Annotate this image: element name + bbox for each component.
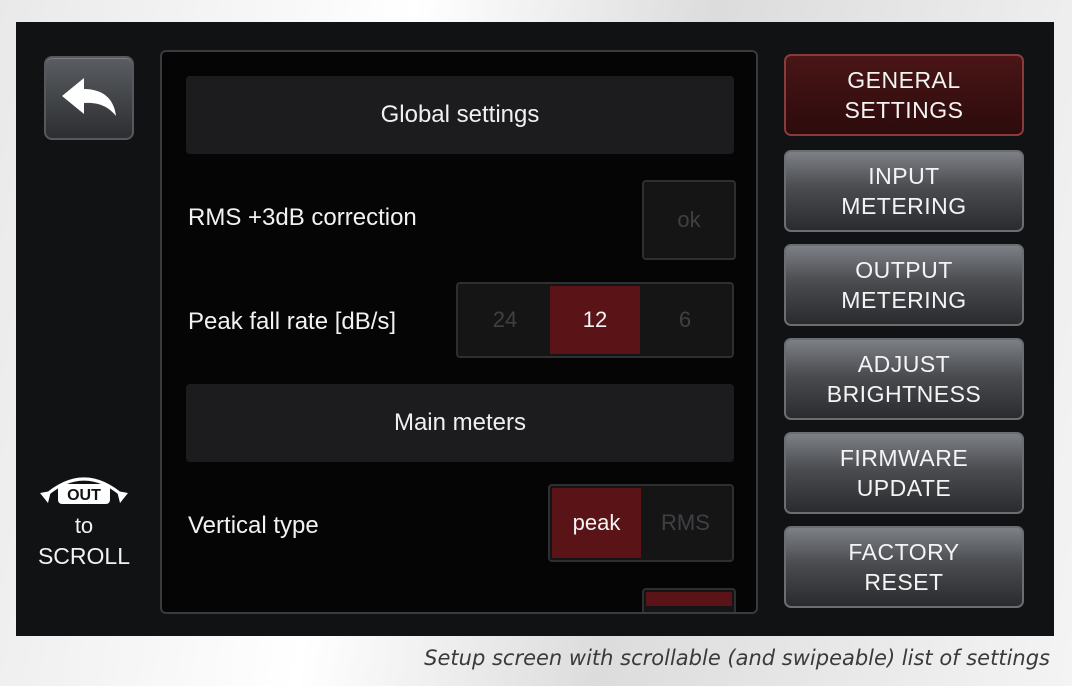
menu-general-settings-button[interactable]: GENERAL SETTINGS bbox=[784, 54, 1024, 136]
scroll-hint-scroll: SCROLL bbox=[37, 543, 131, 569]
vertical-type-selector[interactable]: peak RMS bbox=[548, 484, 734, 562]
menu-label: INPUT METERING bbox=[841, 163, 967, 219]
peak-fall-rate-label: Peak fall rate [dB/s] bbox=[188, 308, 397, 335]
menu-factory-reset-button[interactable]: FACTORY RESET bbox=[784, 526, 1024, 608]
menu-label: FACTORY RESET bbox=[848, 539, 960, 595]
rms-correction-label: RMS +3dB correction bbox=[188, 204, 417, 231]
menu-firmware-update-button[interactable]: FIRMWARE UPDATE bbox=[784, 432, 1024, 514]
menu-label: ADJUST BRIGHTNESS bbox=[826, 351, 982, 407]
scroll-hint: OUT to SCROLL bbox=[24, 467, 144, 571]
peak-fall-rate-option-12[interactable]: 12 bbox=[550, 286, 640, 354]
settings-list[interactable]: Global settings RMS +3dB correction ok P… bbox=[160, 50, 758, 614]
rms-correction-ok-button[interactable]: ok bbox=[642, 180, 736, 260]
scroll-hint-to: to bbox=[74, 513, 94, 538]
vertical-type-option-peak[interactable]: peak bbox=[552, 488, 641, 558]
menu-label: GENERAL SETTINGS bbox=[844, 67, 964, 123]
vertical-type-option-rms[interactable]: RMS bbox=[641, 488, 730, 558]
peak-fall-rate-selector[interactable]: 24 12 6 bbox=[456, 282, 734, 358]
partial-active-indicator bbox=[646, 592, 732, 606]
device-screen: OUT to SCROLL Global settings RMS +3dB c… bbox=[16, 22, 1054, 636]
figure-caption: Setup screen with scrollable (and swipea… bbox=[424, 646, 1050, 670]
knob-label: OUT bbox=[67, 487, 101, 504]
vertical-type-label: Vertical type bbox=[188, 512, 319, 539]
back-button[interactable] bbox=[44, 56, 134, 140]
menu-label: OUTPUT METERING bbox=[841, 257, 967, 313]
section-header-global: Global settings bbox=[186, 76, 734, 154]
section-header-main-meters: Main meters bbox=[186, 384, 734, 462]
menu-label: FIRMWARE UPDATE bbox=[839, 445, 969, 501]
next-setting-partial-button[interactable] bbox=[642, 588, 736, 612]
menu-adjust-brightness-button[interactable]: ADJUST BRIGHTNESS bbox=[784, 338, 1024, 420]
back-arrow-icon bbox=[62, 78, 116, 116]
peak-fall-rate-option-24[interactable]: 24 bbox=[460, 286, 550, 354]
peak-fall-rate-option-6[interactable]: 6 bbox=[640, 286, 730, 354]
menu-output-metering-button[interactable]: OUTPUT METERING bbox=[784, 244, 1024, 326]
rotary-knob-icon: OUT bbox=[40, 477, 128, 504]
menu-input-metering-button[interactable]: INPUT METERING bbox=[784, 150, 1024, 232]
